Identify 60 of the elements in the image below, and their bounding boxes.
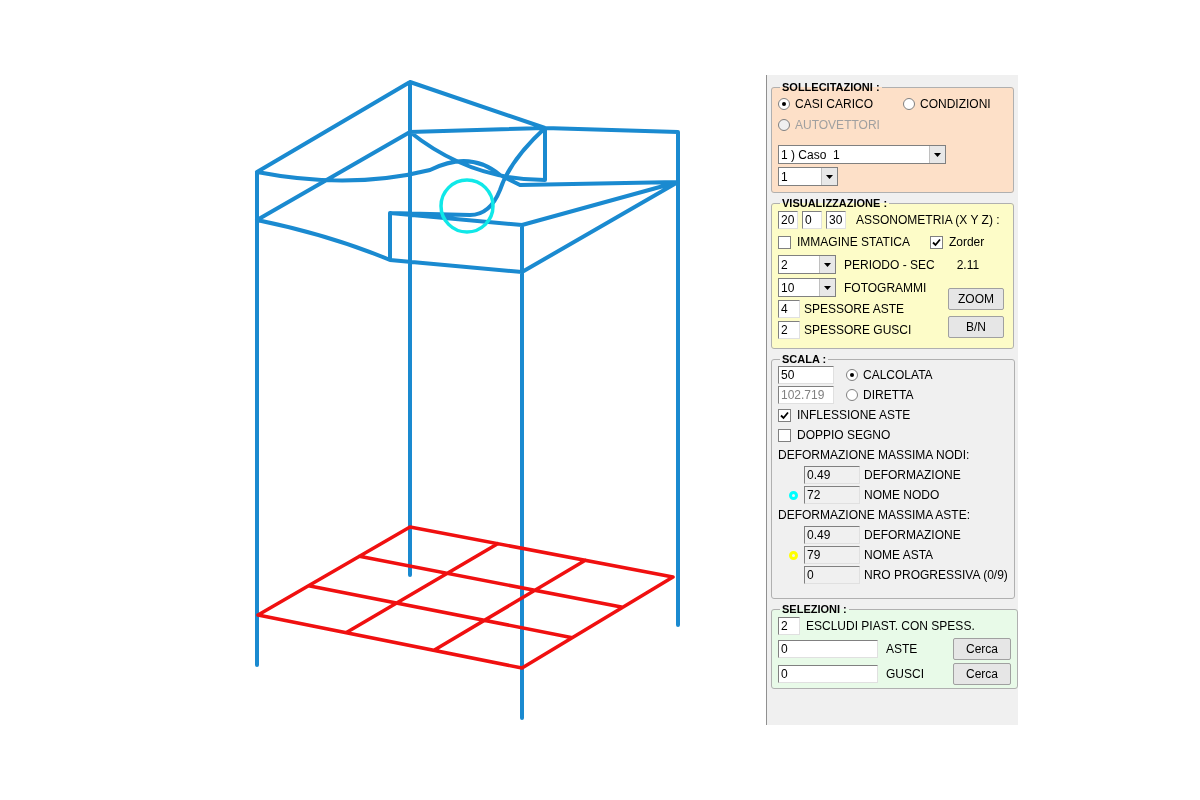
checkbox[interactable] [778, 408, 791, 422]
field-label: SPESSORE ASTE [804, 301, 905, 318]
input-field[interactable]: 4 [778, 300, 800, 318]
checkbox[interactable] [778, 428, 791, 442]
push-button[interactable]: Cerca [953, 638, 1011, 660]
input-field[interactable]: 0 [778, 665, 878, 683]
checkmark-icon [931, 237, 941, 247]
section-heading: DEFORMAZIONE MASSIMA NODI: [778, 447, 971, 464]
caret-icon [821, 168, 837, 185]
field-label: ESCLUDI PIAST. CON SPESS. [806, 618, 975, 635]
dropdown[interactable]: 1 [778, 167, 838, 186]
field-label: SPESSORE GUSCI [804, 322, 912, 339]
result-field[interactable]: 72 [804, 486, 860, 504]
caret-icon [819, 279, 835, 296]
field-label: ASSONOMETRIA (X Y Z) : [856, 212, 1000, 229]
field-label: NRO PROGRESSIVA (0/9) [864, 567, 1008, 584]
checkmark-icon [780, 410, 789, 420]
checkbox[interactable] [929, 235, 943, 249]
result-field[interactable]: 0.49 [804, 466, 860, 484]
caret-icon [819, 256, 835, 273]
dropdown[interactable]: 1 ) Caso 1 [778, 145, 946, 164]
field-label: NOME NODO [864, 487, 940, 504]
highlight-circle [439, 178, 495, 234]
dropdown[interactable]: 2 [778, 255, 836, 274]
radio-button[interactable]: CONDIZIONI [903, 95, 991, 113]
push-button[interactable]: B/N [948, 316, 1004, 338]
input-field[interactable]: 30 [826, 211, 846, 229]
scale-field[interactable]: 50 [778, 366, 834, 384]
caret-icon [929, 146, 945, 163]
checkbox[interactable] [778, 235, 791, 249]
field-label: DEFORMAZIONE [864, 527, 961, 544]
checkbox-label: Zorder [948, 234, 985, 251]
input-field[interactable]: 20 [778, 211, 798, 229]
checkbox-label: IMMAGINE STATICA [797, 234, 910, 251]
result-field[interactable]: 0 [804, 566, 860, 584]
result-field[interactable]: 0.49 [804, 526, 860, 544]
section-heading: DEFORMAZIONE MASSIMA ASTE: [778, 507, 972, 524]
input-field[interactable]: 2 [778, 321, 800, 339]
dropdown[interactable]: 10 [778, 278, 836, 297]
field-label: GUSCI [886, 666, 925, 683]
input-field[interactable]: 0 [802, 211, 822, 229]
field-label: DEFORMAZIONE [864, 467, 961, 484]
group-title: VISUALIZZAZIONE : [781, 197, 889, 209]
input-field[interactable]: 2 [778, 617, 800, 635]
field-label: FOTOGRAMMI [844, 279, 927, 297]
result-field[interactable]: 79 [804, 546, 860, 564]
period-value: 2.11 [956, 256, 980, 274]
field-label: ASTE [886, 641, 919, 658]
group-title: SOLLECITAZIONI : [781, 81, 881, 93]
checkbox-label: DOPPIO SEGNO [797, 427, 891, 444]
radio-button[interactable]: CASI CARICO [778, 95, 873, 113]
input-field[interactable]: 0 [778, 640, 878, 658]
field-label: PERIODO - SEC [844, 256, 935, 274]
group-title: SELEZIONI : [781, 603, 848, 615]
group-title: SCALA : [781, 353, 828, 365]
push-button[interactable]: Cerca [953, 663, 1011, 685]
push-button[interactable]: ZOOM [948, 288, 1004, 310]
checkbox-label: INFLESSIONE ASTE [797, 407, 911, 424]
radio-button[interactable]: CALCOLATA [846, 366, 933, 384]
field-label: NOME ASTA [864, 547, 934, 564]
